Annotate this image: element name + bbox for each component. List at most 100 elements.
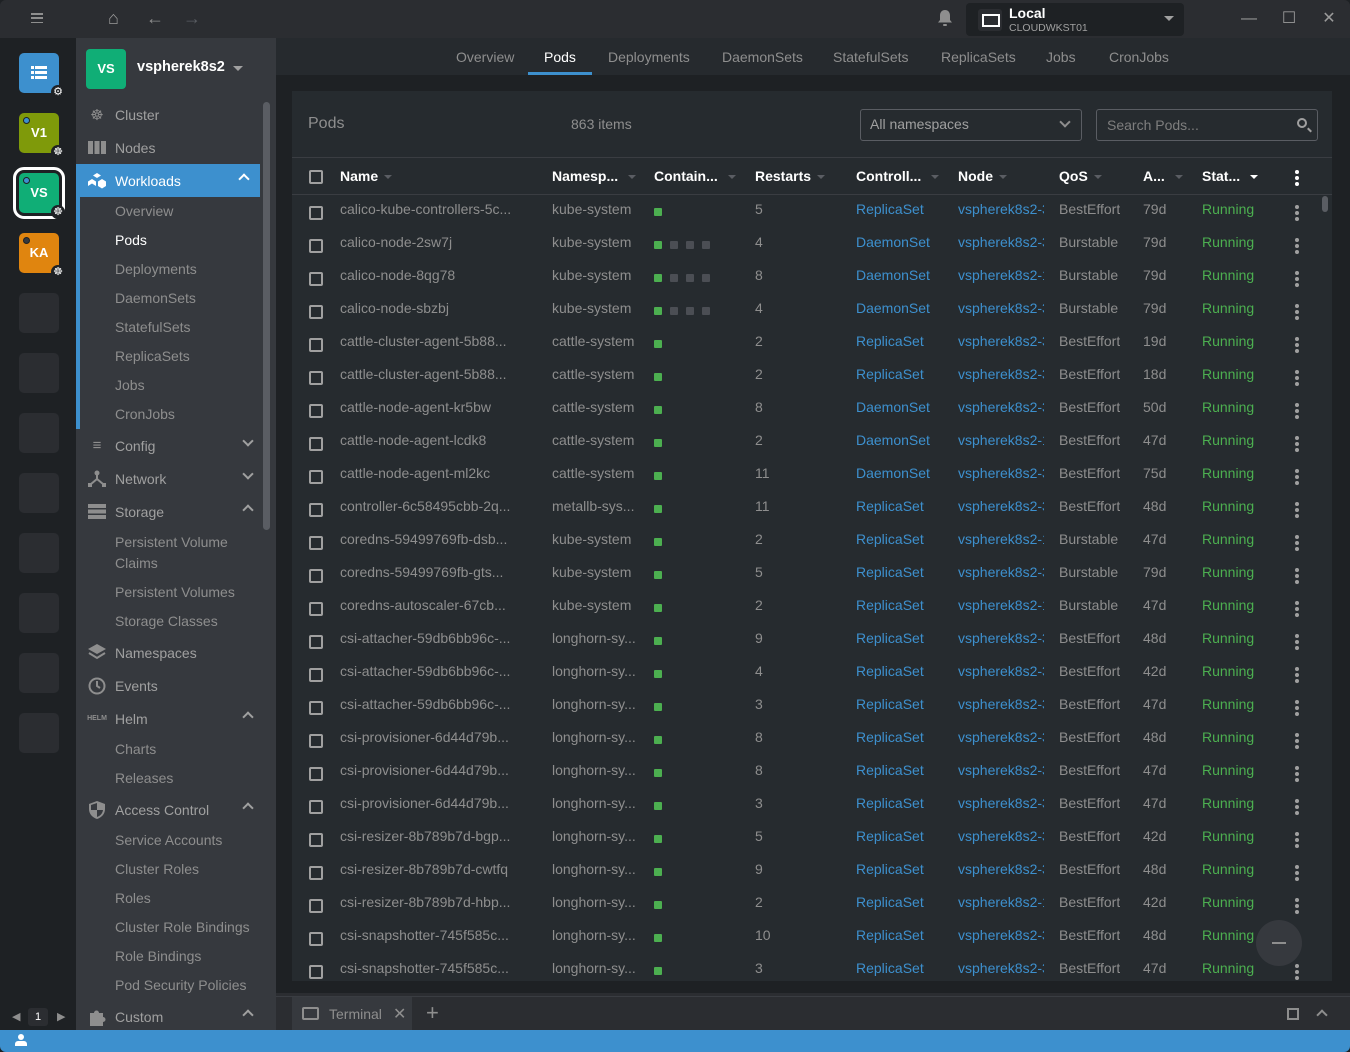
pod-name[interactable]: csi-resizer-8b789b7d-bgp... (340, 828, 540, 844)
forward-icon[interactable]: → (183, 8, 201, 29)
sidebar-item-namespaces[interactable]: Namespaces (76, 636, 264, 669)
pod-node-link[interactable]: vspherek8s2-1 (958, 894, 1044, 910)
table-row[interactable]: cattle-node-agent-kr5bw cattle-system 8 Dae… (292, 393, 1332, 426)
pod-controller-link[interactable]: ReplicaSet (856, 531, 924, 547)
pod-name[interactable]: coredns-autoscaler-67cb... (340, 597, 540, 613)
row-menu-icon[interactable] (1295, 502, 1299, 518)
pod-name[interactable]: calico-node-sbzbj (340, 300, 540, 316)
sidebar-scrollbar[interactable] (263, 102, 270, 530)
namespace-select[interactable]: All namespaces (860, 109, 1082, 141)
search-input[interactable] (1097, 110, 1287, 140)
sidebar-item-overview[interactable]: Overview (80, 197, 264, 226)
context-switcher[interactable]: Local CLOUDWKST01 (966, 3, 1184, 36)
pod-node-link[interactable]: vspherek8s2-3 (958, 465, 1044, 481)
sidebar-item-helm[interactable]: HELM Helm (76, 702, 264, 735)
select-all-checkbox[interactable] (309, 170, 323, 184)
sidebar-item-role-bindings[interactable]: Role Bindings (76, 942, 264, 971)
table-row[interactable]: cattle-cluster-agent-5b88... cattle-syste… (292, 327, 1332, 360)
pod-node-link[interactable]: vspherek8s2-3 (958, 762, 1044, 778)
table-row[interactable]: cattle-node-agent-lcdk8 cattle-system 2 Dae… (292, 426, 1332, 459)
pod-controller-link[interactable]: ReplicaSet (856, 201, 924, 217)
row-menu-icon[interactable] (1295, 601, 1299, 617)
pod-controller-link[interactable]: DaemonSet (856, 399, 930, 415)
pod-node-link[interactable]: vspherek8s2-3 (958, 366, 1044, 382)
pod-name[interactable]: csi-snapshotter-745f585c... (340, 960, 540, 976)
pod-node-link[interactable]: vspherek8s2-1 (958, 432, 1044, 448)
column-restarts[interactable]: Restarts (755, 168, 826, 184)
table-row[interactable]: csi-provisioner-6d44d79b... longhorn-sy..… (292, 723, 1332, 756)
column-age[interactable]: A... (1143, 168, 1183, 184)
row-checkbox[interactable] (309, 437, 323, 451)
sidebar-item-access-control[interactable]: Access Control (76, 793, 264, 826)
sidebar-item-deployments[interactable]: Deployments (80, 255, 264, 284)
sidebar-item-cronjobs[interactable]: CronJobs (80, 400, 264, 429)
pod-controller-link[interactable]: ReplicaSet (856, 861, 924, 877)
pod-node-link[interactable]: vspherek8s2-3 (958, 861, 1044, 877)
row-checkbox[interactable] (309, 932, 323, 946)
hotbar-empty-slot[interactable] (19, 473, 59, 513)
collapse-fab-button[interactable] (1256, 920, 1302, 966)
row-checkbox[interactable] (309, 833, 323, 847)
row-menu-icon[interactable] (1295, 205, 1299, 221)
row-checkbox[interactable] (309, 701, 323, 715)
pod-name[interactable]: csi-attacher-59db6bb96c-... (340, 696, 540, 712)
tab-pods[interactable]: Pods (544, 49, 576, 65)
row-checkbox[interactable] (309, 338, 323, 352)
row-menu-icon[interactable] (1295, 634, 1299, 650)
row-checkbox[interactable] (309, 668, 323, 682)
table-row[interactable]: calico-node-sbzbj kube-system 4 DaemonSet vs… (292, 294, 1332, 327)
column-containers[interactable]: Contain... (654, 168, 736, 184)
pod-controller-link[interactable]: ReplicaSet (856, 366, 924, 382)
hotbar-empty-slot[interactable] (19, 293, 59, 333)
table-row[interactable]: controller-6c58495cbb-2q... metallb-sys..… (292, 492, 1332, 525)
sidebar-item-cluster-roles[interactable]: Cluster Roles (76, 855, 264, 884)
search-icon[interactable] (1297, 118, 1307, 128)
pod-controller-link[interactable]: ReplicaSet (856, 564, 924, 580)
row-menu-icon[interactable] (1295, 337, 1299, 353)
pod-controller-link[interactable]: ReplicaSet (856, 663, 924, 679)
sidebar-item-roles[interactable]: Roles (76, 884, 264, 913)
hotbar-cluster-vs[interactable]: VS ☸ (13, 167, 65, 219)
row-checkbox[interactable] (309, 800, 323, 814)
pod-controller-link[interactable]: ReplicaSet (856, 696, 924, 712)
pod-controller-link[interactable]: ReplicaSet (856, 762, 924, 778)
pod-name[interactable]: coredns-59499769fb-gts... (340, 564, 540, 580)
pod-name[interactable]: calico-node-8qg78 (340, 267, 540, 283)
table-row[interactable]: csi-snapshotter-745f585c... longhorn-sy..… (292, 954, 1332, 987)
add-tab-icon[interactable]: + (426, 1000, 439, 1026)
pod-node-link[interactable]: vspherek8s2-3 (958, 564, 1044, 580)
sidebar-item-config[interactable]: ≡ Config (76, 429, 264, 462)
pod-node-link[interactable]: vspherek8s2-3 (958, 630, 1044, 646)
next-page-icon[interactable]: ▶ (57, 1010, 65, 1023)
row-checkbox[interactable] (309, 272, 323, 286)
pod-controller-link[interactable]: DaemonSet (856, 432, 930, 448)
pod-name[interactable]: csi-provisioner-6d44d79b... (340, 729, 540, 745)
menu-icon[interactable] (28, 11, 46, 25)
pod-node-link[interactable]: vspherek8s2-3 (958, 333, 1044, 349)
pod-controller-link[interactable]: ReplicaSet (856, 828, 924, 844)
tab-replicasets[interactable]: ReplicaSets (941, 49, 1016, 65)
row-menu-icon[interactable] (1295, 271, 1299, 287)
pod-name[interactable]: calico-node-2sw7j (340, 234, 540, 250)
pod-name[interactable]: coredns-59499769fb-dsb... (340, 531, 540, 547)
home-icon[interactable]: ⌂ (108, 8, 119, 29)
pod-node-link[interactable]: vspherek8s2-3 (958, 927, 1044, 943)
pod-controller-link[interactable]: DaemonSet (856, 465, 930, 481)
pod-name[interactable]: csi-attacher-59db6bb96c-... (340, 630, 540, 646)
sidebar-item-cluster-role-bindings[interactable]: Cluster Role Bindings (76, 913, 264, 942)
sidebar-item-pvc[interactable]: Persistent Volume Claims (76, 528, 246, 578)
sidebar-item-releases[interactable]: Releases (76, 764, 264, 793)
pod-controller-link[interactable]: ReplicaSet (856, 927, 924, 943)
pod-controller-link[interactable]: ReplicaSet (856, 597, 924, 613)
table-row[interactable]: calico-node-2sw7j kube-system 4 DaemonSet vs… (292, 228, 1332, 261)
close-button[interactable]: ✕ (1318, 8, 1340, 30)
row-menu-icon[interactable] (1295, 898, 1299, 914)
pod-node-link[interactable]: vspherek8s2-3 (958, 498, 1044, 514)
column-status[interactable]: Stat... (1202, 168, 1259, 184)
row-checkbox[interactable] (309, 305, 323, 319)
hotbar-cluster-ka[interactable]: KA ☸ (19, 233, 65, 279)
row-checkbox[interactable] (309, 371, 323, 385)
pod-node-link[interactable]: vspherek8s2-3 (958, 696, 1044, 712)
sidebar-item-pv[interactable]: Persistent Volumes (76, 578, 264, 607)
sidebar-item-storage[interactable]: Storage (76, 495, 264, 528)
